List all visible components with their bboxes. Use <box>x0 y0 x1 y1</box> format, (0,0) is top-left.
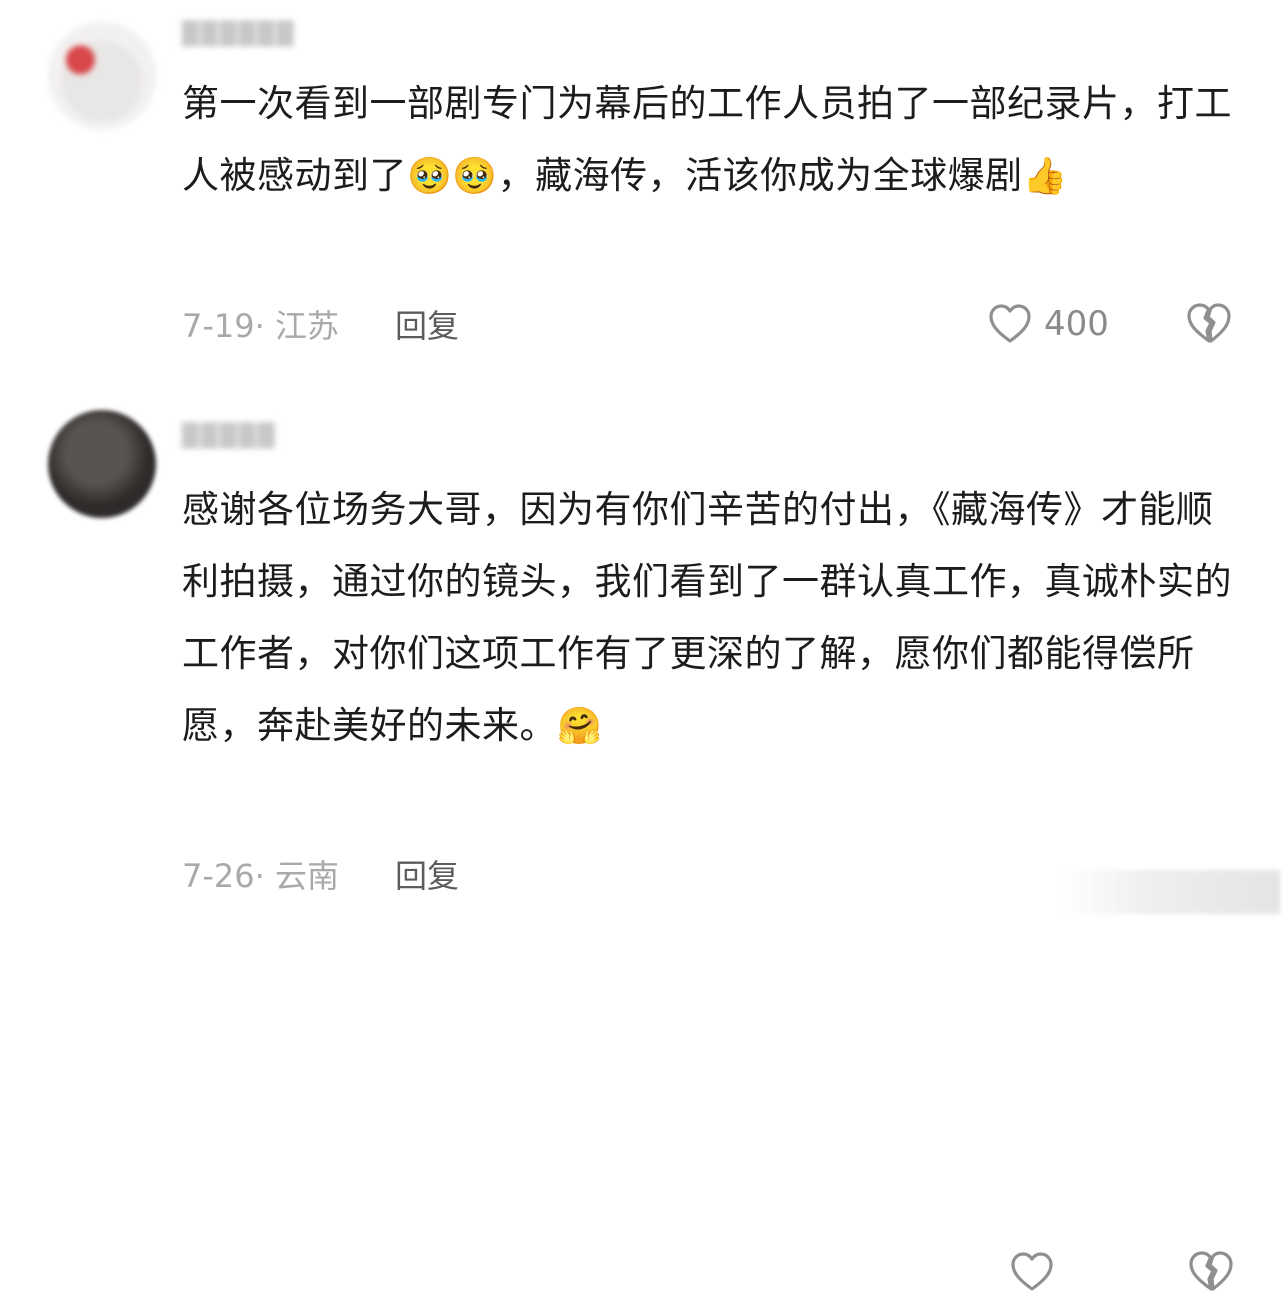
username[interactable]: ██████ <box>182 22 296 50</box>
dislike-button[interactable] <box>1186 1246 1236 1296</box>
date-location: 7-26· 云南 <box>182 857 339 895</box>
reply-button[interactable]: 回复 <box>395 851 459 897</box>
comment-text: 感谢各位场务大哥，因为有你们辛苦的付出，《藏海传》才能顺利拍摄，通过你的镜头，我… <box>182 474 1232 763</box>
comment-text-part: ，藏海传，活该你成为全球爆剧 <box>497 154 1023 197</box>
comment-meta: 7-26· 云南 回复 <box>182 852 459 896</box>
comment-item: ██████ 第一次看到一部剧专门为幕后的工作人员拍了一部纪录片，打工人被感动到… <box>0 0 1284 370</box>
heart-outline-icon <box>989 304 1031 343</box>
username[interactable]: █████ <box>182 424 277 452</box>
like-button[interactable] <box>1008 1248 1056 1296</box>
broken-heart-icon <box>1189 1251 1233 1291</box>
heart-outline-icon <box>1011 1252 1053 1291</box>
pleading-face-emoji: 🥹🥹 <box>407 156 498 197</box>
comment-text: 第一次看到一部剧专门为幕后的工作人员拍了一部纪录片，打工人被感动到了🥹🥹，藏海传… <box>182 68 1232 213</box>
like-button[interactable]: 400 <box>986 300 1109 348</box>
comment-item: █████ 感谢各位场务大哥，因为有你们辛苦的付出，《藏海传》才能顺利拍摄，通过… <box>0 400 1284 1291</box>
watermark-overlay <box>1060 870 1280 914</box>
comment-meta: 7-19· 江苏 回复 <box>182 302 459 346</box>
like-count: 400 <box>1044 304 1109 344</box>
avatar[interactable] <box>48 410 156 518</box>
hugging-face-emoji: 🤗 <box>557 706 603 747</box>
reply-button[interactable]: 回复 <box>395 301 459 347</box>
comment-text-part: 感谢各位场务大哥，因为有你们辛苦的付出，《藏海传》才能顺利拍摄，通过你的镜头，我… <box>182 488 1232 747</box>
date-location: 7-19· 江苏 <box>182 307 339 345</box>
avatar[interactable] <box>48 22 156 130</box>
dislike-button[interactable] <box>1184 298 1234 348</box>
broken-heart-icon <box>1187 303 1231 343</box>
thumbs-up-emoji: 👍 <box>1022 156 1068 197</box>
